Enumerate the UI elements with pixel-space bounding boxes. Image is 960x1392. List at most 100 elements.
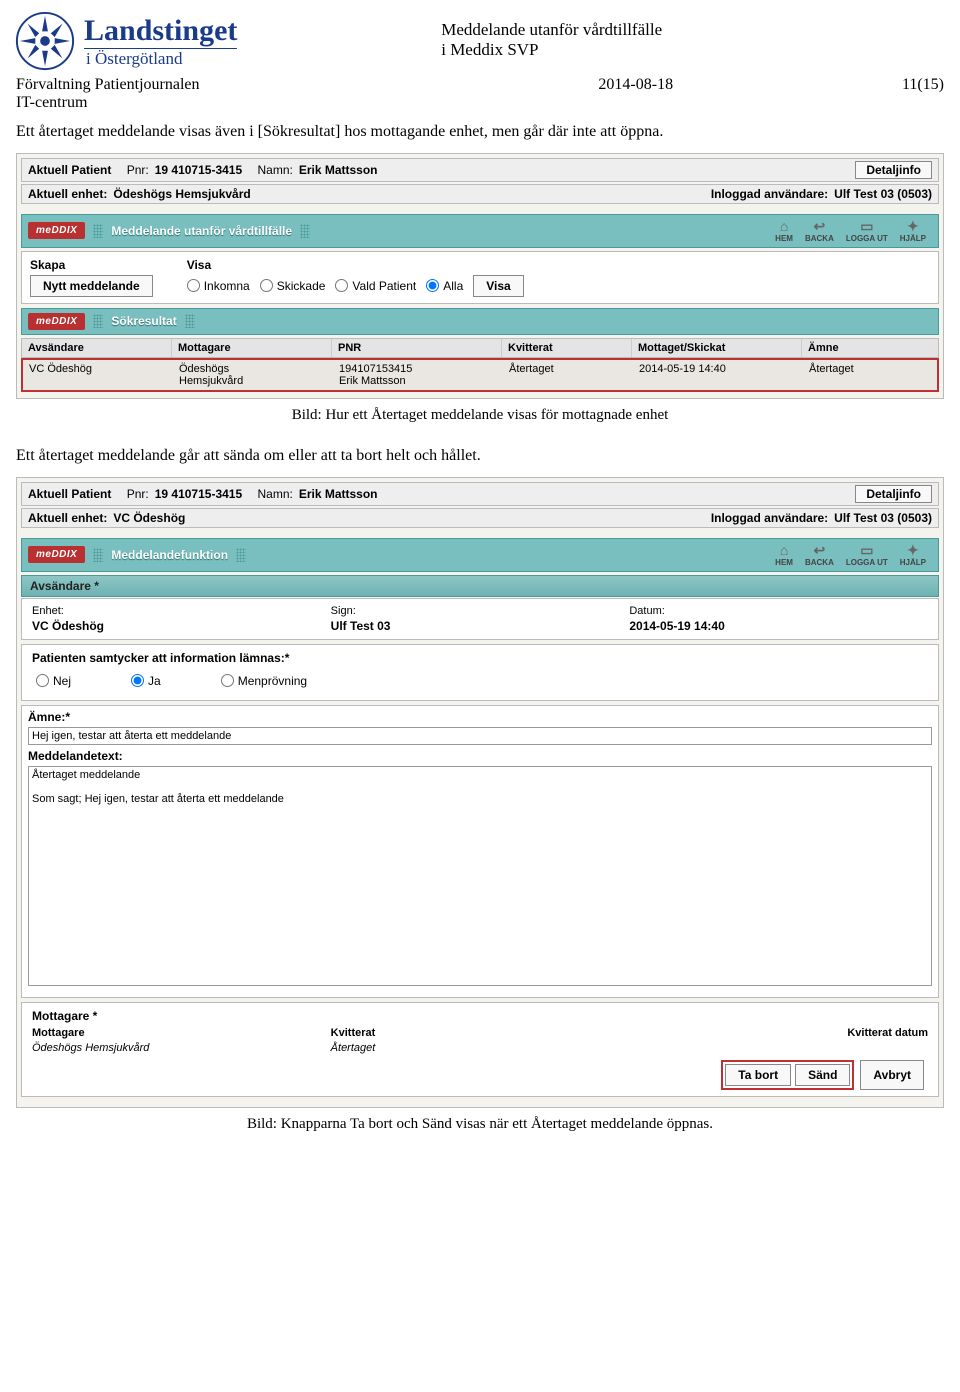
radio-nej-label: Nej [53,674,71,688]
visa-button[interactable]: Visa [473,275,523,297]
avbryt-button[interactable]: Avbryt [860,1060,924,1090]
visa-heading: Visa [187,258,524,272]
cell-mottagare-l1: Ödeshögs [179,363,327,375]
nav-logout[interactable]: ▭LOGGA UT [846,219,888,243]
avsandare-section: Enhet: VC Ödeshög Sign: Ulf Test 03 Datu… [21,598,939,640]
nav-home[interactable]: ⌂HEM [775,219,793,243]
patient-info-bar-2: Aktuell Patient Pnr: 19 410715-3415 Namn… [21,482,939,506]
consent-section: Patienten samtycker att information lämn… [21,644,939,701]
radio-skickade[interactable]: Skickade [260,279,326,293]
logout-icon: ▭ [860,219,873,233]
nav-back-label: BACKA [805,558,834,567]
detaljinfo-button[interactable]: Detaljinfo [855,485,932,503]
document-title: Meddelande utanför vårdtillfälle i Meddi… [441,10,662,60]
back-icon: ↩ [814,219,826,233]
caption-1: Bild: Hur ett Återtaget meddelande visas… [14,407,946,424]
col-avsandare: Avsändare [22,339,172,357]
name-label: Namn: [257,163,292,177]
pnr-value: 19 410715-3415 [155,163,242,177]
back-icon: ↩ [814,543,826,557]
org-line1: Förvaltning Patientjournalen [16,76,200,94]
kvitterat-value: Återtaget [331,1042,630,1054]
radio-menprovning[interactable]: Menprövning [221,674,307,688]
nav-back[interactable]: ↩BACKA [805,543,834,567]
document-date: 2014-08-18 [428,76,673,112]
cell-kvitterat: Återtaget [503,360,633,390]
nav-back[interactable]: ↩BACKA [805,219,834,243]
skapa-label: Skapa [30,258,153,272]
mottagare-section: Mottagare * Mottagare Ödeshögs Hemsjukvå… [21,1002,939,1097]
mot-col-kvitterat: Kvitterat [331,1027,630,1039]
radio-nej[interactable]: Nej [36,674,71,688]
radio-inkomna[interactable]: Inkomna [187,279,250,293]
avsandare-header: Avsändare * [21,575,939,597]
cell-mottaget-skickat: 2014-05-19 14:40 [633,360,803,390]
nav-home[interactable]: ⌂HEM [775,543,793,567]
nav-back-label: BACKA [805,234,834,243]
datum-label: Datum: [629,605,928,617]
nav-help-label: HJÄLP [900,234,926,243]
cell-pnr: 194107153415 Erik Mattsson [333,360,503,390]
radio-ja[interactable]: Ja [131,674,161,688]
nav-help-label: HJÄLP [900,558,926,567]
col-pnr: PNR [332,339,502,357]
user-value: Ulf Test 03 (0503) [834,511,932,525]
grip-icon [93,314,103,328]
help-icon: ✦ [907,543,919,557]
cell-avsandare: VC Ödeshög [23,360,173,390]
nav-help[interactable]: ✦HJÄLP [900,543,926,567]
panel-title: Meddelandefunktion [111,548,228,562]
message-textarea[interactable] [28,766,932,986]
detaljinfo-button[interactable]: Detaljinfo [855,161,932,179]
user-label: Inloggad användare: [711,187,828,201]
radio-vald-patient[interactable]: Vald Patient [335,279,416,293]
sand-button[interactable]: Sänd [795,1064,850,1086]
logo-main-text: Landstinget [84,14,237,48]
panel-title: Meddelande utanför vårdtillfälle [111,224,292,238]
amne-label: Ämne:* [28,710,932,724]
meddix-logo: meDDIX [28,222,85,239]
user-value: Ulf Test 03 (0503) [834,187,932,201]
teal-toolbar-1: meDDIX Meddelande utanför vårdtillfälle … [21,214,939,248]
sign-label: Sign: [331,605,630,617]
logo-block: Landstinget i Östergötland [14,10,237,72]
paragraph-1: Ett återtaget meddelande visas även i [S… [16,122,944,143]
col-mottagare: Mottagare [172,339,332,357]
unit-value: Ödeshögs Hemsjukvård [113,187,250,201]
paragraph-2: Ett återtaget meddelande går att sända o… [16,446,944,467]
pnr-label: Pnr: [127,163,149,177]
nav-help[interactable]: ✦HJÄLP [900,219,926,243]
message-label: Meddelandetext: [28,749,932,763]
nav-logout[interactable]: ▭LOGGA UT [846,543,888,567]
caption-2: Bild: Knapparna Ta bort och Sänd visas n… [14,1116,946,1133]
doc-title-line2: i Meddix SVP [441,40,662,60]
col-mottaget-skickat: Mottaget/Skickat [632,339,802,357]
unit-info-bar-2: Aktuell enhet: VC Ödeshög Inloggad använ… [21,508,939,528]
radio-alla[interactable]: Alla [426,279,463,293]
user-label: Inloggad användare: [711,511,828,525]
results-header: Avsändare Mottagare PNR Kvitterat Mottag… [21,338,939,358]
cell-mottagare-l2: Hemsjukvård [179,375,327,387]
amne-input[interactable] [28,727,932,745]
datum-value: 2014-05-19 14:40 [629,619,928,633]
teal-toolbar-2: meDDIX Meddelandefunktion ⌂HEM ↩BACKA ▭L… [21,538,939,572]
enhet-value: VC Ödeshög [32,619,331,633]
grip-icon [93,224,103,238]
tabort-button[interactable]: Ta bort [725,1064,791,1086]
unit-label: Aktuell enhet: [28,187,107,201]
unit-info-bar: Aktuell enhet: Ödeshögs Hemsjukvård Inlo… [21,184,939,204]
unit-label: Aktuell enhet: [28,511,107,525]
meddix-logo: meDDIX [28,546,85,563]
mottagare-header: Mottagare * [32,1009,928,1023]
org-line2: IT-centrum [16,94,200,112]
cell-amne: Återtaget [803,360,937,390]
doc-title-line1: Meddelande utanför vårdtillfälle [441,20,662,40]
col-amne: Ämne [802,339,938,357]
name-value: Erik Mattsson [299,487,378,501]
nav-home-label: HEM [775,558,793,567]
new-message-button[interactable]: Nytt meddelande [30,275,153,297]
cell-pnr-l2: Erik Mattsson [339,375,497,387]
screenshot-1: Aktuell Patient Pnr: 19 410715-3415 Namn… [16,153,944,399]
result-row-highlighted[interactable]: VC Ödeshög Ödeshögs Hemsjukvård 19410715… [21,358,939,392]
home-icon: ⌂ [780,543,788,557]
